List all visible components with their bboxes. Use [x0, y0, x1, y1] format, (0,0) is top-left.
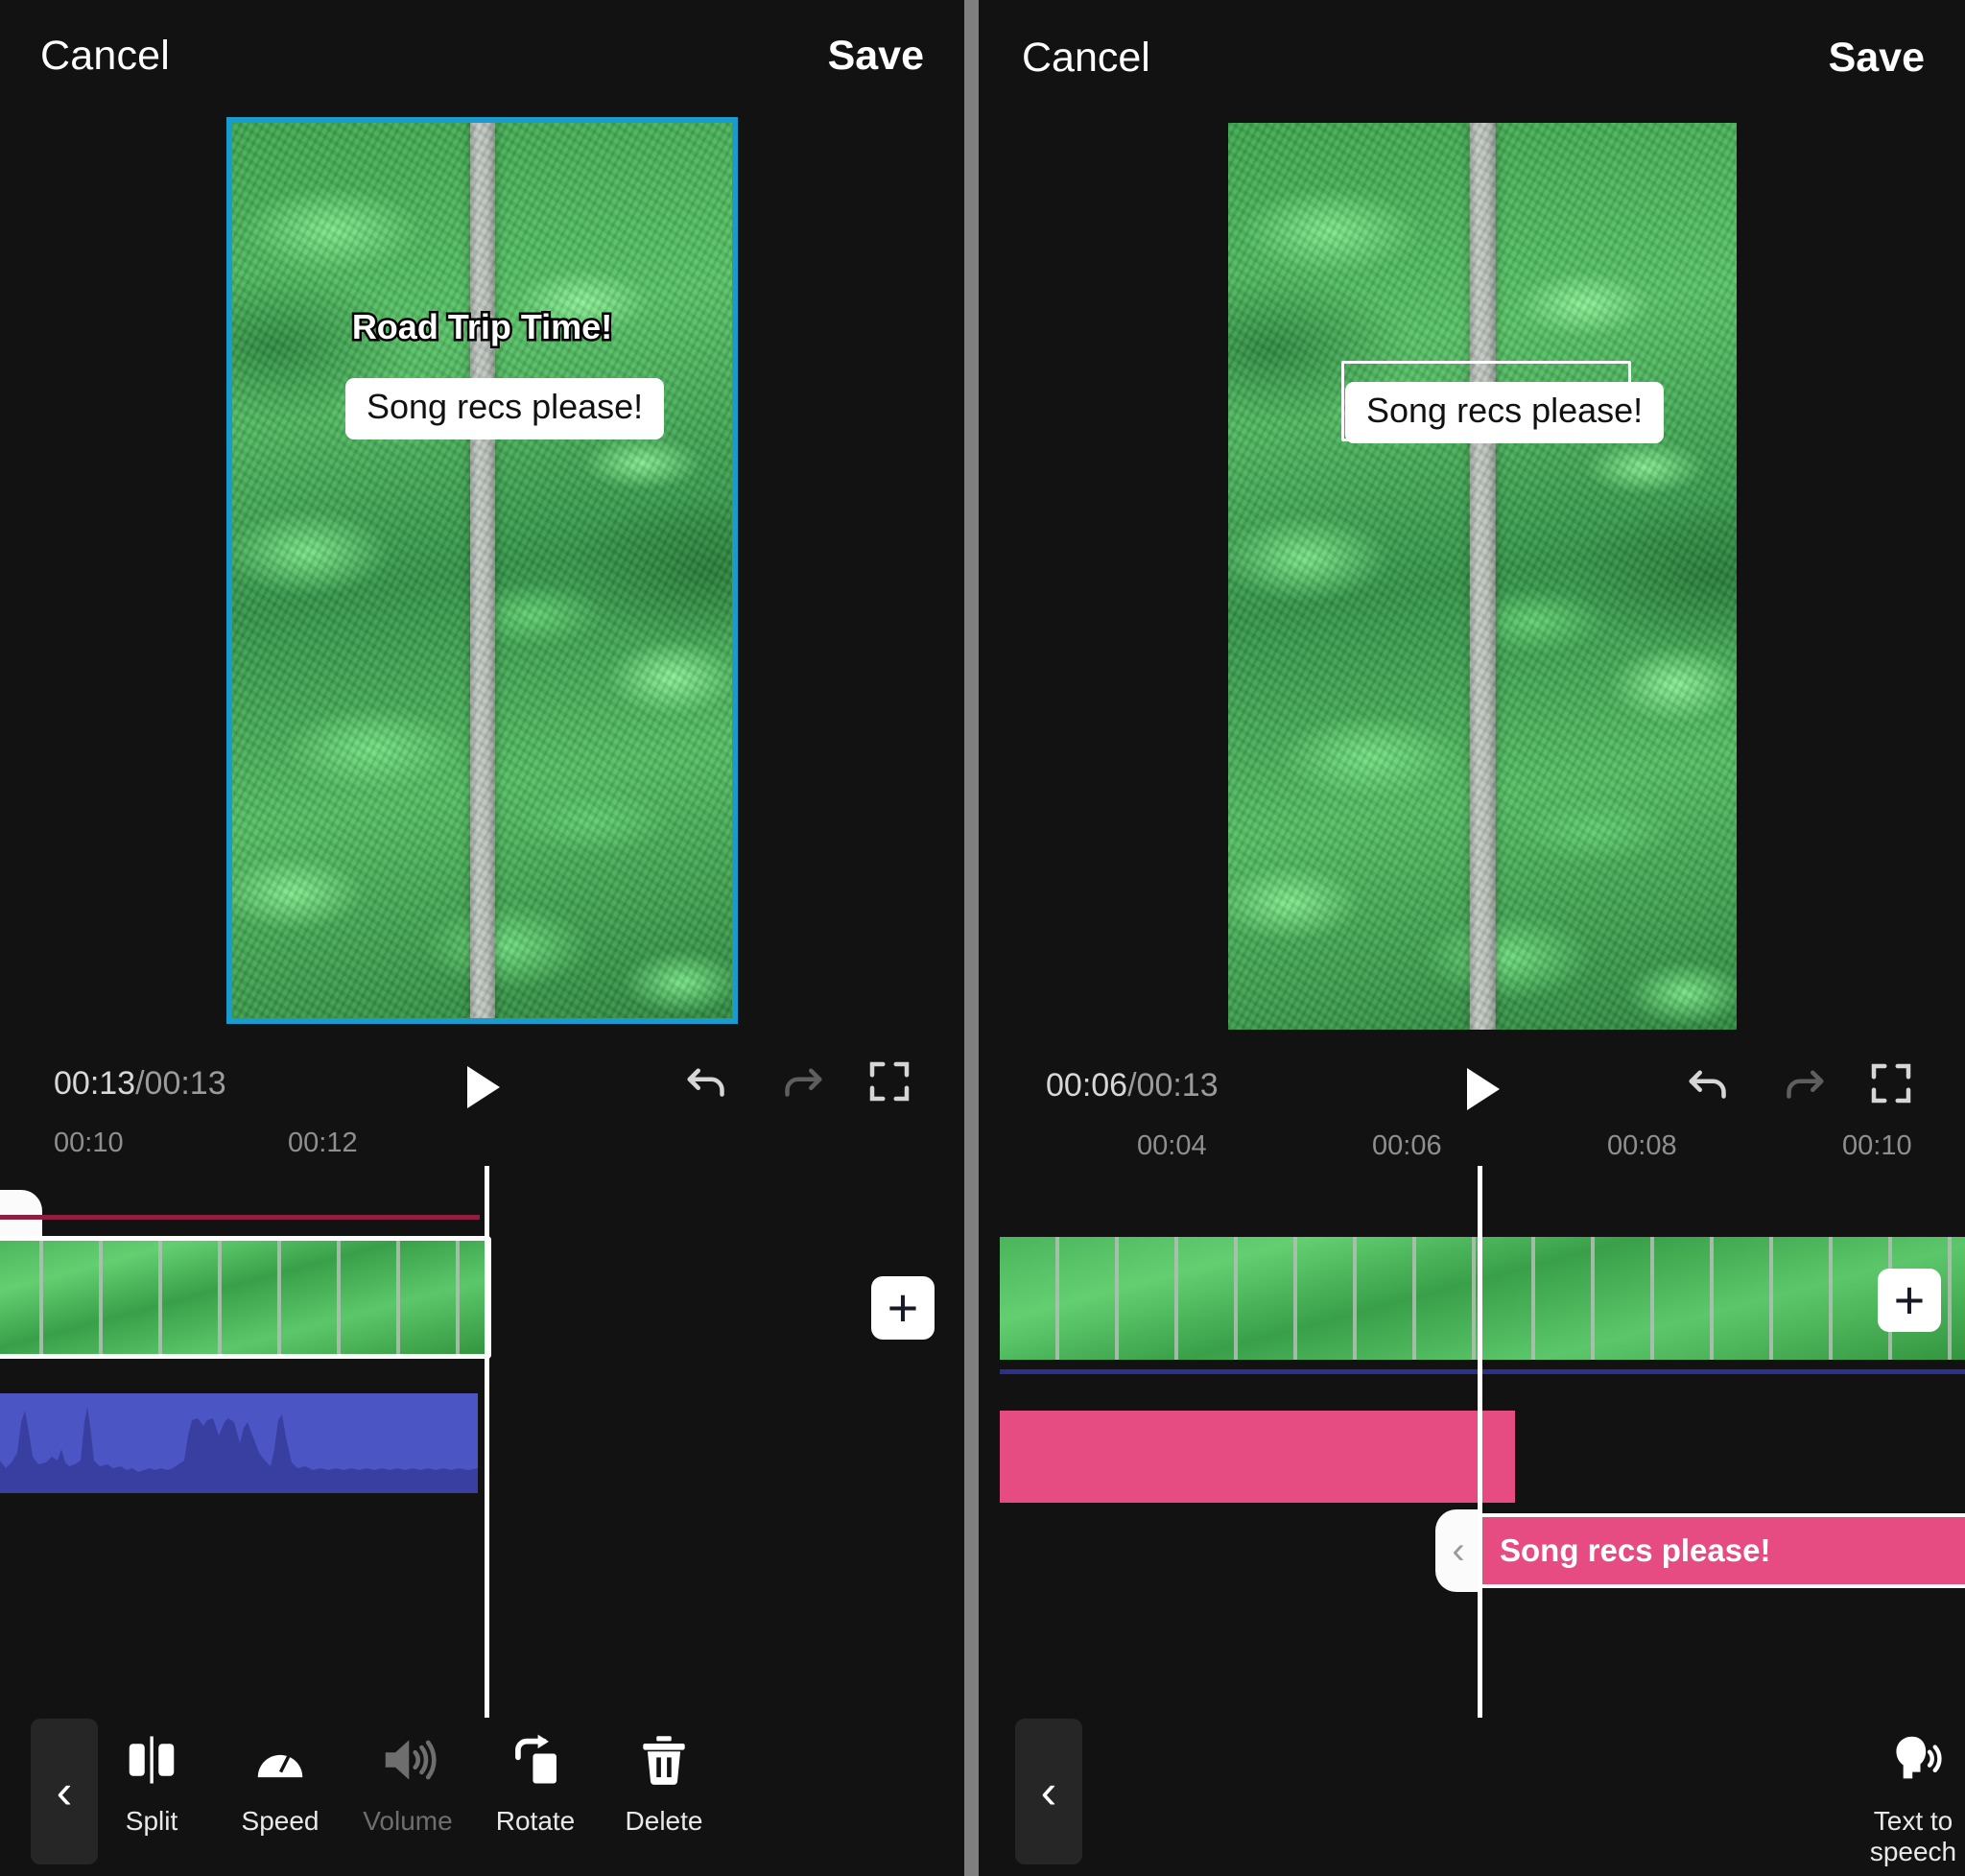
tool-label: Delete: [625, 1806, 703, 1836]
video-preview-left[interactable]: [226, 117, 738, 1024]
undo-icon[interactable]: [1685, 1057, 1737, 1109]
play-icon[interactable]: [1467, 1068, 1500, 1110]
video-frame-forest-road: [1228, 123, 1737, 1030]
tool-text-to-speech[interactable]: Text to speech: [1836, 1725, 1965, 1867]
timeline-right: [0, 1190, 1965, 1708]
total-time: 00:13: [1136, 1067, 1219, 1104]
ruler-tick: 00:08: [1607, 1130, 1677, 1161]
audio-track-line[interactable]: [1000, 1369, 1965, 1374]
fullscreen-icon[interactable]: [1865, 1057, 1917, 1109]
video-clip[interactable]: [1000, 1237, 1965, 1360]
save-button[interactable]: Save: [828, 33, 924, 80]
text-clip-background[interactable]: [1000, 1411, 1515, 1503]
top-bar-left: Cancel Save: [0, 0, 964, 115]
back-button[interactable]: ‹: [1015, 1719, 1082, 1864]
tool-delete[interactable]: Delete: [587, 1725, 741, 1837]
playback-controls-right: 00:06/00:13: [0, 1048, 1965, 1134]
bottom-toolbar-right: ‹ Text to speech: [979, 1708, 1965, 1876]
tool-label: Text to speech: [1869, 1806, 1957, 1866]
text-clip-selected[interactable]: Song recs please!: [1480, 1513, 1965, 1588]
video-preview-right[interactable]: [1228, 123, 1737, 1030]
text-to-speech-icon: [1836, 1725, 1965, 1794]
cancel-button[interactable]: Cancel: [1022, 35, 1150, 82]
clip-resize-handle-left[interactable]: ‹: [1435, 1509, 1481, 1592]
save-button[interactable]: Save: [1829, 35, 1925, 82]
top-bar-right: Cancel Save: [979, 0, 1965, 115]
screenshot-root: Cancel Save Road Trip Time! Song recs pl…: [0, 0, 1965, 1876]
video-frame-forest-road: [232, 123, 732, 1018]
timeline-ruler-right: 00:04 00:06 00:08 00:10: [0, 1130, 1965, 1178]
overlay-text-title[interactable]: Road Trip Time!: [226, 305, 738, 349]
ruler-tick: 00:04: [1137, 1130, 1207, 1161]
overlay-text-box[interactable]: Song recs please!: [1345, 382, 1665, 443]
time-separator: /: [1127, 1067, 1137, 1104]
trash-icon: [587, 1725, 741, 1794]
cancel-button[interactable]: Cancel: [40, 33, 170, 80]
add-clip-button[interactable]: +: [1878, 1269, 1941, 1332]
overlay-text-box[interactable]: Song recs please!: [345, 378, 665, 439]
ruler-tick: 00:10: [1842, 1130, 1912, 1161]
ruler-tick: 00:06: [1372, 1130, 1442, 1161]
bottom-toolbar-left: ‹ Split Speed Volume Rotate Delete: [0, 1708, 964, 1876]
redo-icon[interactable]: [1776, 1057, 1828, 1109]
text-clip-label: Song recs please!: [1500, 1532, 1771, 1568]
playhead-right[interactable]: [1478, 1166, 1482, 1718]
time-display: 00:06/00:13: [1046, 1067, 1219, 1104]
current-time: 00:06: [1046, 1067, 1128, 1104]
